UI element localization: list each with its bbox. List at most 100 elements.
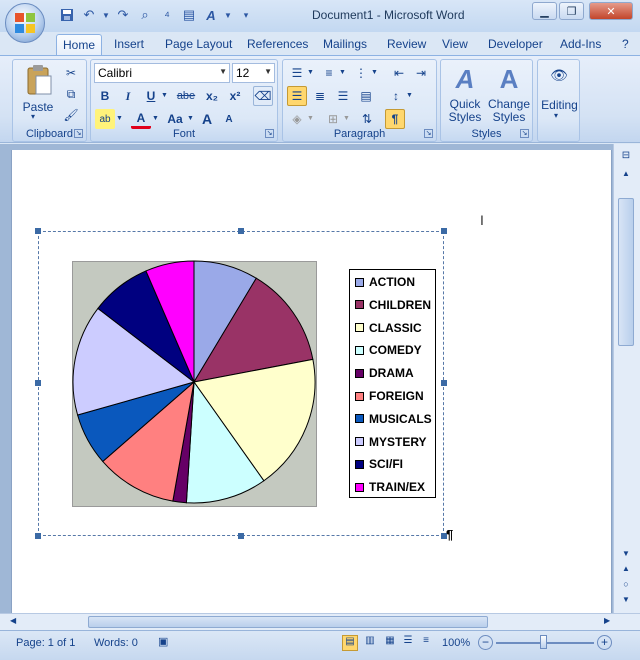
minimize-button[interactable]: ▁ xyxy=(532,2,557,20)
change-styles-label[interactable]: Change xyxy=(487,97,531,111)
borders-dropdown-icon[interactable]: ▼ xyxy=(343,115,350,122)
spelling-icon[interactable]: ⁴ xyxy=(158,6,176,24)
previous-page-icon[interactable]: ▲ xyxy=(618,564,634,576)
horizontal-scrollbar[interactable]: ◀ ▶ xyxy=(0,613,640,630)
font-name-dropdown-icon[interactable]: ▼ xyxy=(219,67,227,76)
paragraph-launcher-icon[interactable]: ↘ xyxy=(424,129,433,138)
zoom-level[interactable]: 100% xyxy=(442,637,470,649)
save-icon[interactable] xyxy=(58,6,76,24)
resize-handle-sw[interactable] xyxy=(35,533,41,539)
tab-view[interactable]: View xyxy=(436,34,474,56)
decrease-indent-icon[interactable]: ⇤ xyxy=(389,63,409,83)
tab-add-ins[interactable]: Add-Ins xyxy=(554,34,607,56)
italic-button[interactable]: I xyxy=(118,86,138,106)
quick-styles-label-2[interactable]: Styles xyxy=(443,110,487,124)
quick-styles-icon[interactable]: A xyxy=(449,62,481,96)
align-center-button[interactable]: ≣ xyxy=(310,86,330,106)
page-count[interactable]: Page: 1 of 1 xyxy=(16,637,75,649)
shading-icon[interactable]: ◈ xyxy=(287,109,307,129)
underline-dropdown-icon[interactable]: ▼ xyxy=(161,92,168,99)
page-icon[interactable]: ▤ xyxy=(180,6,198,24)
tab-page-layout[interactable]: Page Layout xyxy=(159,34,238,56)
align-left-button[interactable]: ☰ xyxy=(287,86,307,106)
resize-handle-nw[interactable] xyxy=(35,228,41,234)
resize-handle-ne[interactable] xyxy=(441,228,447,234)
paste-dropdown-icon[interactable]: ▾ xyxy=(31,112,35,121)
resize-handle-s[interactable] xyxy=(238,533,244,539)
sort-icon[interactable]: ⇅ xyxy=(357,109,377,129)
font-size-input[interactable]: 12 ▼ xyxy=(232,63,275,83)
paste-icon[interactable] xyxy=(23,63,55,97)
outline-view-icon[interactable]: ☰ xyxy=(400,635,416,651)
tab-mailings[interactable]: Mailings xyxy=(317,34,373,56)
resize-handle-w[interactable] xyxy=(35,380,41,386)
grow-font-button[interactable]: A xyxy=(197,109,217,129)
zoom-out-icon[interactable]: − xyxy=(478,635,493,650)
help-icon[interactable]: ? xyxy=(616,34,635,56)
underline-button[interactable]: U xyxy=(141,86,161,106)
styles-launcher-icon[interactable]: ↘ xyxy=(520,129,529,138)
align-right-button[interactable]: ☰ xyxy=(333,86,353,106)
subscript-button[interactable]: x₂ xyxy=(202,86,222,106)
vertical-scrollbar[interactable]: ⊟ ▲ ▼ ▲ ○ ▼ xyxy=(613,144,640,613)
editing-dropdown-icon[interactable]: ▾ xyxy=(554,111,558,120)
show-formatting-button[interactable]: ¶ xyxy=(385,109,405,129)
change-styles-icon[interactable]: A xyxy=(493,62,525,96)
strikethrough-button[interactable]: abe xyxy=(173,86,199,106)
change-styles-label-2[interactable]: Styles xyxy=(487,110,531,124)
redo-icon[interactable]: ↷ xyxy=(114,6,132,24)
justify-button[interactable]: ▤ xyxy=(356,86,376,106)
draft-view-icon[interactable]: ≡ xyxy=(418,635,434,651)
quick-styles-label[interactable]: Quick xyxy=(443,97,487,111)
browse-object-icon[interactable]: ○ xyxy=(618,579,634,591)
borders-icon[interactable]: ⊞ xyxy=(323,109,343,129)
text-effect-icon[interactable]: A xyxy=(202,6,220,24)
editing-label[interactable]: Editing xyxy=(537,98,582,112)
horizontal-scroll-thumb[interactable] xyxy=(88,616,488,628)
proofing-icon[interactable]: ▣ xyxy=(158,635,174,649)
font-color-icon[interactable]: A xyxy=(131,109,151,129)
scroll-up-icon[interactable]: ▲ xyxy=(618,169,634,183)
clipboard-launcher-icon[interactable]: ↘ xyxy=(74,129,83,138)
close-button[interactable]: ✕ xyxy=(589,2,633,20)
zoom-slider-thumb[interactable] xyxy=(540,635,547,649)
print-layout-view-icon[interactable]: ▤ xyxy=(342,635,358,651)
font-size-dropdown-icon[interactable]: ▼ xyxy=(264,67,272,76)
resize-handle-n[interactable] xyxy=(238,228,244,234)
bullets-dropdown-icon[interactable]: ▼ xyxy=(307,69,314,76)
binoculars-icon[interactable]: 👁 xyxy=(548,64,570,86)
font-color-dropdown-icon[interactable]: ▼ xyxy=(152,115,159,122)
numbering-icon[interactable]: ≡ xyxy=(319,63,339,83)
web-layout-icon[interactable]: ▦ xyxy=(382,635,398,651)
scroll-down-icon[interactable]: ▼ xyxy=(618,549,634,561)
clear-formatting-icon[interactable]: ⌫ xyxy=(253,86,273,106)
scroll-left-icon[interactable]: ◀ xyxy=(10,616,16,625)
cut-icon[interactable]: ✂ xyxy=(61,63,81,83)
qat-dropdown-icon[interactable]: ▼ xyxy=(224,6,232,24)
ruler-toggle-icon[interactable]: ⊟ xyxy=(618,150,634,164)
numbering-dropdown-icon[interactable]: ▼ xyxy=(339,69,346,76)
office-button[interactable] xyxy=(5,3,45,43)
tab-insert[interactable]: Insert xyxy=(108,34,150,56)
tab-review[interactable]: Review xyxy=(381,34,432,56)
vertical-scroll-thumb[interactable] xyxy=(618,198,634,346)
tab-home[interactable]: Home xyxy=(56,34,103,56)
zoom-in-icon[interactable]: + xyxy=(597,635,612,650)
scroll-right-icon[interactable]: ▶ xyxy=(604,616,610,625)
superscript-button[interactable]: x² xyxy=(225,86,245,106)
line-spacing-dropdown-icon[interactable]: ▼ xyxy=(406,92,413,99)
full-screen-reading-icon[interactable]: ▥ xyxy=(362,635,378,651)
tab-references[interactable]: References xyxy=(241,34,314,56)
undo-dropdown-icon[interactable]: ▼ xyxy=(102,6,110,24)
bold-button[interactable]: B xyxy=(95,86,115,106)
copy-icon[interactable]: ⧉ xyxy=(61,84,81,104)
customize-qat-icon[interactable]: ▾ xyxy=(242,6,250,24)
word-count[interactable]: Words: 0 xyxy=(94,637,138,649)
highlight-dropdown-icon[interactable]: ▼ xyxy=(116,115,123,122)
resize-handle-e[interactable] xyxy=(441,380,447,386)
shading-dropdown-icon[interactable]: ▼ xyxy=(307,115,314,122)
format-painter-icon[interactable]: ⌕ xyxy=(136,6,154,24)
maximize-button[interactable]: ❐ xyxy=(559,2,584,20)
font-launcher-icon[interactable]: ↘ xyxy=(265,129,274,138)
multilevel-list-icon[interactable]: ⋮ xyxy=(351,63,371,83)
